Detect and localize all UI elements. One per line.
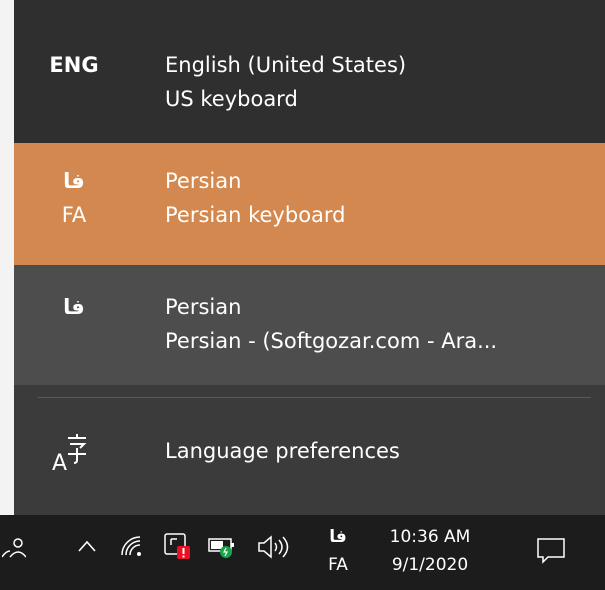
language-item-persian-softgozar[interactable]: فا Persian Persian - (Softgozar.com - Ar… — [14, 265, 605, 385]
keyboard-name: Persian - (Softgozar.com - Ara... — [165, 329, 498, 353]
chevron-up-icon[interactable] — [76, 537, 98, 561]
volume-icon[interactable] — [256, 533, 290, 565]
battery-icon[interactable] — [208, 533, 238, 565]
language-name: Persian — [165, 169, 242, 193]
keyboard-name: Persian keyboard — [165, 203, 346, 227]
language-preferences-link[interactable]: A Language preferences — [14, 420, 605, 484]
desktop-background — [0, 0, 15, 515]
wifi-icon[interactable] — [118, 533, 144, 563]
language-code-abbrev: FA — [61, 203, 87, 227]
language-code-script: فا — [63, 295, 85, 319]
input-language-flyout: ENG English (United States) US keyboard … — [14, 0, 605, 515]
notification-icon[interactable] — [535, 535, 567, 571]
language-item-english[interactable]: ENG English (United States) US keyboard — [14, 26, 605, 143]
taskbar: فا FA 10:36 AM 9/1/2020 — [0, 515, 605, 590]
clock[interactable]: 10:36 AM 9/1/2020 — [375, 523, 485, 579]
language-code: ENG — [49, 53, 99, 77]
language-code-script: فا — [63, 169, 85, 193]
svg-text:A: A — [52, 451, 67, 476]
input-indicator[interactable]: فا FA — [318, 523, 358, 579]
input-indicator-abbrev: FA — [328, 555, 348, 575]
language-code: فا — [14, 290, 134, 324]
clock-date: 9/1/2020 — [391, 555, 469, 575]
language-names: Persian Persian keyboard — [165, 164, 346, 232]
people-icon[interactable] — [1, 535, 27, 567]
language-code: فا FA — [14, 164, 134, 232]
keyboard-name: US keyboard — [165, 87, 298, 111]
language-name: Persian — [165, 295, 242, 319]
language-item-persian-selected[interactable]: فا FA Persian Persian keyboard — [14, 143, 605, 265]
language-names: Persian Persian - (Softgozar.com - Ara..… — [165, 290, 497, 358]
input-indicator-script: فا — [329, 527, 347, 547]
language-preferences-icon: A — [44, 428, 104, 478]
language-preferences-label: Language preferences — [165, 439, 400, 463]
language-name: English (United States) — [165, 53, 407, 77]
security-alert-icon[interactable] — [163, 531, 193, 565]
clock-time: 10:36 AM — [389, 527, 471, 547]
flyout-divider — [38, 397, 591, 398]
language-names: English (United States) US keyboard — [165, 48, 406, 116]
